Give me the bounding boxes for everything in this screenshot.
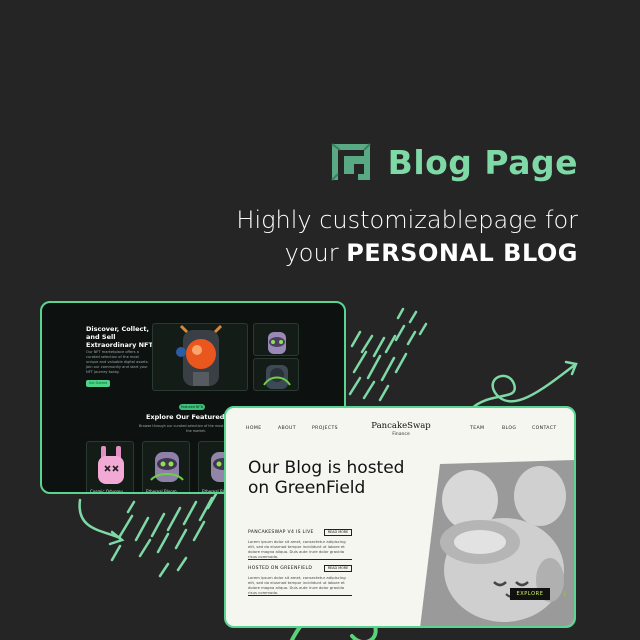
nft-hero-image: [152, 323, 248, 391]
nft-card[interactable]: Ethereal Bloom: [142, 441, 190, 494]
bunny-icon: [98, 446, 124, 484]
nav-team[interactable]: TEAM: [470, 426, 484, 431]
blog-hero-title: Our Blog is hosted on GreenField: [248, 458, 405, 498]
nav-home[interactable]: HOME: [246, 426, 262, 431]
featured-pill: Featured NFTs: [179, 404, 205, 410]
tagline: Highly customizablepage for your PERSONA…: [0, 204, 578, 270]
read-more-button[interactable]: READ MORE: [324, 529, 352, 536]
post-excerpt: Lorem ipsum dolor sit amet, consectetur …: [248, 575, 346, 595]
blog-logo[interactable]: PancakeSwap Finance: [368, 421, 434, 437]
tagline-prefix: your: [284, 239, 339, 267]
robot-icon: [176, 324, 223, 386]
hero-header: Blog Page Highly customizablepage for yo…: [0, 140, 578, 270]
nft-card[interactable]: Cosmic Odyssey: [86, 441, 134, 494]
explore-button[interactable]: EXPLORE: [510, 588, 550, 600]
blog-preview-card: HOME ABOUT PROJECTS PancakeSwap Finance …: [224, 406, 576, 628]
creature-icon: [263, 365, 291, 389]
arrow-down-icon[interactable]: ↓: [562, 590, 568, 598]
nav-about[interactable]: ABOUT: [278, 426, 296, 431]
logo-sub: Finance: [392, 432, 410, 437]
get-started-button[interactable]: Get Started: [86, 380, 110, 387]
post-excerpt: Lorem ipsum dolor sit amet, consectetur …: [248, 539, 346, 559]
hero-bunny-image: [420, 460, 574, 626]
nft-hero-description: Our NFT marketplace offers a curated sel…: [86, 350, 149, 374]
logo-main: PancakeSwap: [371, 421, 431, 431]
nav-contact[interactable]: CONTACT: [532, 426, 557, 431]
logo-icon: [330, 143, 371, 181]
blog-nav: HOME ABOUT PROJECTS PancakeSwap Finance …: [226, 408, 574, 438]
nft-card-label: Ethereal Bloom: [146, 489, 177, 494]
nft-thumb-1: [253, 323, 299, 356]
tagline-emphasis: PERSONAL BLOG: [346, 239, 578, 267]
nft-thumb-2: [253, 358, 299, 391]
creature-icon: [150, 452, 184, 482]
divider: [248, 559, 352, 560]
tagline-line-1: Highly customizablepage for: [236, 206, 578, 234]
brand: Blog Page: [0, 140, 578, 184]
nft-hero-title: Discover, Collect, and Sell Extraordinar…: [86, 325, 156, 349]
creature-icon: [268, 332, 286, 354]
tagline-line-2: your PERSONAL BLOG: [0, 237, 578, 270]
nft-card-label: Cosmic Odyssey: [90, 489, 123, 494]
divider: [248, 595, 352, 596]
read-more-button[interactable]: READ MORE: [324, 565, 352, 572]
page-title: Blog Page: [387, 142, 578, 182]
nav-blog[interactable]: BLOG: [502, 426, 516, 431]
nav-projects[interactable]: PROJECTS: [312, 426, 338, 431]
